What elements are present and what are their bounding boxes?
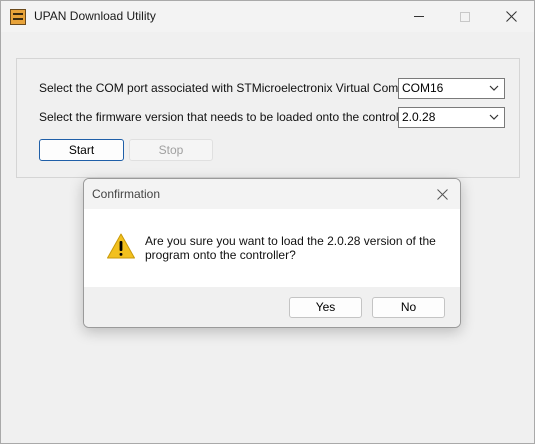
minimize-button[interactable] [396,1,442,32]
app-icon [10,9,26,25]
dialog-title-bar[interactable]: Confirmation [84,179,460,209]
chevron-down-icon [489,85,499,91]
no-button[interactable]: No [372,297,445,318]
start-button[interactable]: Start [39,139,124,161]
warning-icon [107,233,135,259]
com-port-value: COM16 [402,81,444,95]
firmware-select[interactable]: 2.0.28 [398,107,505,128]
window-title: UPAN Download Utility [34,9,156,23]
close-icon [436,188,448,200]
com-port-select[interactable]: COM16 [398,78,505,99]
chevron-down-icon [489,114,499,120]
dialog-close-button[interactable] [432,184,452,204]
stop-button[interactable]: Stop [129,139,213,161]
com-port-label: Select the COM port associated with STMi… [39,81,427,95]
dialog-body: Are you sure you want to load the 2.0.28… [84,209,460,287]
dialog-footer: Yes No [84,287,460,327]
close-button[interactable] [488,1,534,32]
maximize-button[interactable] [442,1,488,32]
yes-button[interactable]: Yes [289,297,362,318]
confirmation-dialog: Confirmation Are you sure you want to lo… [83,178,461,328]
close-icon [505,11,517,22]
firmware-value: 2.0.28 [402,110,436,124]
settings-group: Select the COM port associated with STMi… [16,58,520,178]
dialog-title: Confirmation [92,187,161,201]
minimize-icon [414,16,424,17]
firmware-label: Select the firmware version that needs t… [39,110,416,124]
maximize-icon [460,11,470,22]
main-window: UPAN Download Utility Select the COM por… [0,0,535,444]
title-bar[interactable]: UPAN Download Utility [1,1,534,32]
dialog-message: Are you sure you want to load the 2.0.28… [145,234,436,262]
